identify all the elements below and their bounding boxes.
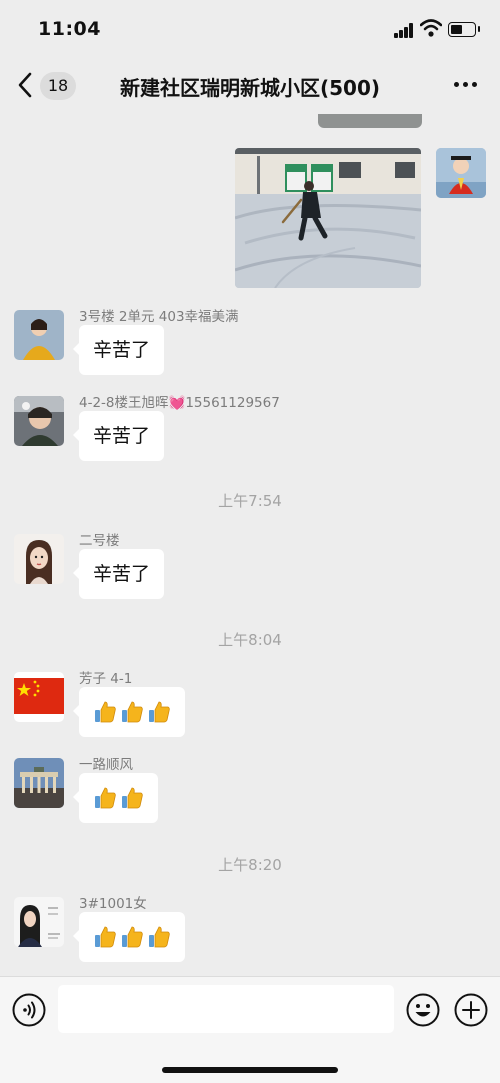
chat-title: 新建社区瑞明新城小区(500) [119, 76, 381, 100]
gate-avatar [14, 758, 64, 808]
emoji-message[interactable] [73, 773, 158, 823]
add-attachment-icon[interactable] [454, 993, 488, 1027]
thumbs-up-icon [122, 701, 143, 723]
home-indicator [162, 1067, 338, 1073]
emoji-message[interactable] [73, 687, 185, 737]
message-bubble[interactable]: 辛苦了 [72, 325, 165, 375]
timestamp: 上午7:54 [218, 492, 282, 510]
message-bubble[interactable]: 辛苦了 [72, 411, 165, 461]
thumbs-up-icon [95, 926, 116, 948]
message-bubble[interactable]: 辛苦了 [72, 549, 165, 599]
thumbs-up-icon [122, 926, 143, 948]
chat-header: 18 新建社区瑞明新城小区(500) [0, 56, 500, 114]
message-input[interactable] [58, 985, 394, 1033]
sender-name: 一路顺风 [79, 757, 133, 773]
emoji-icon[interactable] [406, 993, 440, 1027]
avatar[interactable] [14, 310, 64, 360]
back-chevron-icon[interactable] [14, 70, 36, 100]
thumbs-up-icon [95, 701, 116, 723]
thumbs-up-icon [149, 701, 170, 723]
battery-icon [448, 22, 480, 37]
avatar[interactable] [14, 672, 64, 722]
avatar[interactable] [14, 758, 64, 808]
china-flag-avatar [14, 672, 64, 722]
thumbs-up-icon [149, 926, 170, 948]
input-bar [0, 976, 500, 1083]
sender-name: 3号楼 2单元 403幸福美满 [79, 309, 239, 325]
status-time: 11:04 [38, 18, 101, 40]
thumbs-up-icon [122, 787, 143, 809]
cellular-signal-icon [394, 22, 414, 38]
my-avatar[interactable] [436, 148, 486, 198]
more-options-icon[interactable] [452, 80, 480, 90]
sender-name: 3#1001女 [79, 896, 147, 912]
unread-count-badge[interactable]: 18 [40, 72, 76, 100]
voice-input-icon[interactable] [12, 993, 46, 1027]
avatar[interactable] [14, 396, 64, 446]
sender-name: 4-2-8楼王旭晖💓15561129567 [79, 395, 280, 411]
sender-name: 芳子 4-1 [79, 671, 133, 687]
wifi-icon [420, 19, 442, 37]
thumbs-up-icon [95, 787, 116, 809]
status-bar: 11:04 [0, 0, 500, 56]
image-message[interactable] [235, 148, 421, 288]
timestamp: 上午8:04 [218, 631, 282, 649]
message-list[interactable]: 3号楼 2单元 403幸福美满 辛苦了 4-2-8楼王旭晖💓1556112956… [0, 114, 500, 976]
timestamp: 上午8:20 [218, 856, 282, 874]
avatar[interactable] [14, 897, 64, 947]
previous-image-message[interactable] [318, 114, 422, 128]
avatar[interactable] [14, 534, 64, 584]
emoji-message[interactable] [73, 912, 185, 962]
sender-name: 二号楼 [79, 533, 120, 549]
